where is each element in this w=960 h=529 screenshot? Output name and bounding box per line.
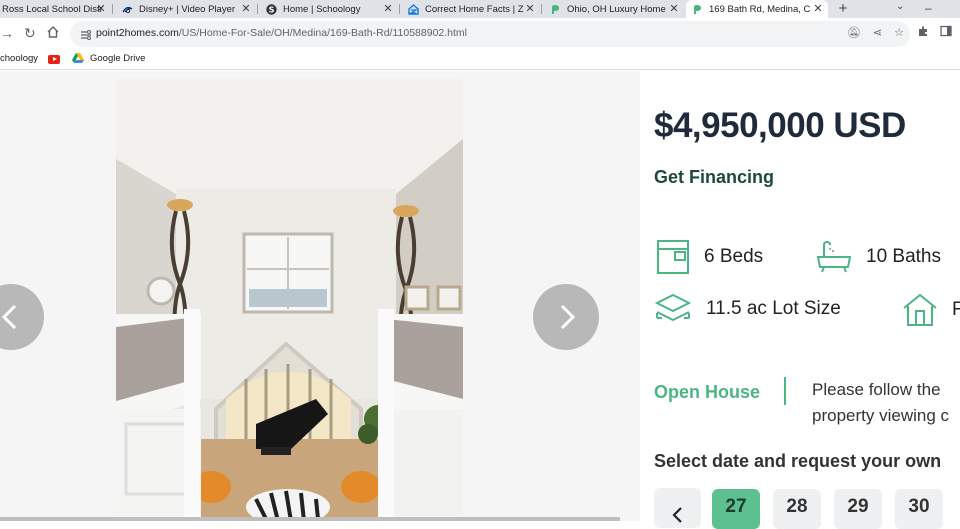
url-host: point2homes.com (96, 27, 179, 39)
bookmark-label: choology (0, 53, 39, 64)
tab-5-active[interactable]: 169 Bath Rd, Medina, C ✕ (686, 0, 828, 18)
bookmark-youtube[interactable] (48, 55, 60, 64)
listing-page: $4,950,000 USD Get Financing 6 Beds 10 B… (0, 71, 960, 529)
photo-gallery (0, 71, 640, 521)
schoology-icon: S (266, 3, 277, 15)
bed-icon (657, 240, 689, 274)
tab-title: Home | Schoology (283, 3, 361, 15)
minimize-icon[interactable]: – (925, 0, 932, 17)
interior-foyer-image (116, 79, 463, 521)
baths-feature: 10 Baths (816, 239, 941, 275)
address-bar[interactable]: point2homes.com/US/Home-For-Sale/OH/Medi… (70, 21, 910, 47)
share-icon[interactable]: ⋖ (873, 26, 882, 39)
bookmark-star-icon[interactable]: ☆ (894, 26, 904, 39)
tab-3[interactable]: Correct Home Facts | Z ✕ (402, 0, 540, 18)
get-financing-link[interactable]: Get Financing (654, 167, 774, 188)
close-icon[interactable]: ✕ (668, 2, 680, 15)
chevron-left-icon (671, 507, 682, 523)
property-type-feature: F (902, 292, 960, 328)
open-house-text: Please follow the property viewing c (812, 377, 949, 429)
close-icon[interactable]: ✕ (382, 2, 394, 15)
lot-size-icon (654, 293, 692, 322)
bookmark-google-drive[interactable]: Google Drive (72, 53, 145, 64)
close-icon[interactable]: ✕ (524, 2, 536, 15)
date-prev-button[interactable] (654, 488, 701, 528)
google-drive-icon (72, 53, 84, 64)
youtube-icon (48, 55, 60, 64)
date-option[interactable]: 29 (834, 489, 882, 529)
tab-separator (257, 4, 258, 14)
site-info-icon[interactable] (80, 28, 92, 40)
point2-icon (692, 4, 703, 15)
close-icon[interactable]: ✕ (240, 2, 252, 15)
open-house-label: Open House (654, 382, 761, 402)
new-tab-button[interactable]: + (835, 0, 851, 18)
reload-icon[interactable]: ↻ (24, 25, 36, 41)
tab-separator (541, 4, 542, 14)
home-icon[interactable] (46, 25, 60, 42)
bookmark-label: Google Drive (90, 53, 146, 64)
point2-icon (550, 4, 561, 15)
chevron-left-icon (1, 304, 17, 330)
tab-strip: Ross Local School Distr ✕ Disney+ | Vide… (0, 0, 960, 18)
zillow-icon (408, 3, 419, 15)
extensions-icon[interactable] (917, 25, 929, 40)
tab-1[interactable]: Disney+ | Video Player ✕ (116, 0, 256, 18)
browser-toolbar: → ↻ point2homes.com/US/Home-For-Sale/OH/… (0, 18, 960, 50)
bathtub-icon (816, 240, 852, 273)
bookmark-schoology[interactable]: choology (0, 53, 38, 64)
svg-text:S: S (269, 5, 275, 14)
tab-separator (399, 4, 400, 14)
muted-icon[interactable]: 🔕︎ (847, 26, 861, 39)
tab-separator (112, 4, 113, 14)
date-option-selected[interactable]: 27 (712, 489, 760, 529)
property-photo[interactable] (116, 79, 463, 521)
baths-label: 10 Baths (866, 246, 941, 267)
tab-title: Disney+ | Video Player (139, 3, 236, 15)
disney-icon (122, 4, 133, 15)
open-house-text-line: property viewing c (812, 406, 950, 425)
tab-title: Correct Home Facts | Z (425, 3, 524, 15)
horizontal-scrollbar[interactable] (0, 517, 620, 521)
tab-2[interactable]: S Home | Schoology ✕ (260, 0, 398, 18)
house-icon (903, 293, 937, 326)
bookmarks-bar: choology Google Drive (0, 50, 960, 70)
date-option[interactable]: 28 (773, 489, 821, 529)
gallery-prev-button[interactable] (0, 284, 44, 350)
tab-title: 169 Bath Rd, Medina, C (709, 3, 811, 15)
forward-arrow-icon[interactable]: → (0, 25, 14, 41)
chevron-right-icon (560, 304, 576, 330)
tab-title: Ohio, OH Luxury Home (567, 3, 666, 15)
gallery-next-button[interactable] (533, 284, 599, 350)
side-panel-icon[interactable] (940, 25, 952, 40)
tab-4[interactable]: Ohio, OH Luxury Home ✕ (544, 0, 684, 18)
lot-size-feature: 11.5 ac Lot Size (654, 292, 841, 326)
open-house-text-line: Please follow the (812, 380, 941, 399)
close-icon[interactable]: ✕ (95, 2, 107, 15)
beds-label: 6 Beds (704, 246, 764, 267)
url-path: /US/Home-For-Sale/OH/Medina/169-Bath-Rd/… (178, 27, 467, 39)
listing-price: $4,950,000 USD (654, 106, 906, 145)
lot-size-label: 11.5 ac Lot Size (706, 298, 841, 319)
tab-0[interactable]: Ross Local School Distr ✕ (0, 0, 111, 18)
close-icon[interactable]: ✕ (812, 2, 824, 15)
beds-feature: 6 Beds (656, 239, 763, 275)
open-house-divider (784, 377, 786, 405)
omnibox-actions: 🔕︎ ⋖ ☆ (847, 26, 904, 39)
url-text: point2homes.com/US/Home-For-Sale/OH/Medi… (96, 27, 467, 39)
property-type-label: F (952, 299, 960, 320)
select-date-heading: Select date and request your own (654, 451, 942, 471)
tab-search-chevron-icon[interactable]: ⌄ (896, 1, 904, 12)
date-option[interactable]: 30 (895, 489, 943, 529)
